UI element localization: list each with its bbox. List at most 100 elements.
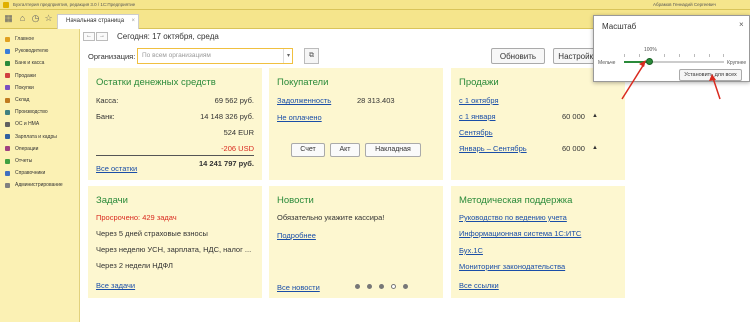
scale-tick: [664, 54, 665, 57]
cash-label: Касса:: [96, 96, 119, 105]
window-titlebar: Бухгалтерия предприятия, редакция 3.0 / …: [0, 0, 750, 10]
scale-percent: 100%: [644, 47, 657, 53]
section-icon: [5, 60, 10, 66]
sidebar-item[interactable]: Производство: [0, 106, 80, 118]
sidebar-item[interactable]: ОС и НМА: [0, 118, 80, 130]
close-icon[interactable]: ×: [739, 20, 744, 29]
support-link[interactable]: Мониторинг законодательства: [459, 262, 565, 271]
back-button[interactable]: ←: [83, 32, 95, 41]
task-item[interactable]: Через неделю УСН, зарплата, НДС, налог .…: [96, 245, 251, 254]
waybill-button[interactable]: Накладная: [365, 143, 421, 157]
scale-slider-thumb[interactable]: [645, 58, 653, 65]
section-icon: [5, 121, 10, 127]
all-news-link[interactable]: Все новости: [277, 283, 320, 292]
section-icon: [5, 48, 10, 54]
sidebar-item-label: Продажи: [15, 72, 36, 79]
all-tasks-link[interactable]: Все задачи: [96, 281, 135, 290]
bank-value-usd: -206 USD: [221, 144, 254, 153]
sidebar-item[interactable]: Зарплата и кадры: [0, 131, 80, 143]
star-icon[interactable]: ☆: [43, 13, 54, 24]
smaller-label: Мельче: [598, 60, 616, 66]
sidebar-item-label: Операции: [15, 145, 39, 152]
carousel-dot[interactable]: [403, 284, 408, 289]
scale-popup-title: Масштаб: [602, 22, 637, 31]
sidebar-item[interactable]: Банк и касса: [0, 57, 80, 69]
task-item[interactable]: Через 5 дней страховые взносы: [96, 229, 208, 238]
cash-value: 69 562 руб.: [214, 96, 254, 105]
carousel-dot[interactable]: [379, 284, 384, 289]
forward-button[interactable]: →: [96, 32, 108, 41]
refresh-button[interactable]: Обновить: [491, 48, 545, 64]
sidebar-item-label: Зарплата и кадры: [15, 133, 57, 140]
debt-link[interactable]: Задолженность: [277, 96, 331, 105]
support-link[interactable]: Бух.1С: [459, 246, 483, 255]
buyers-card-title: Покупатели: [277, 77, 329, 88]
current-user[interactable]: Абрамов Геннадий Сергеевич: [653, 2, 716, 7]
bank-value-rub: 14 148 326 руб.: [200, 112, 254, 121]
sidebar-item-label: Администрирование: [15, 182, 63, 189]
close-icon[interactable]: ×: [131, 15, 135, 28]
sidebar-item[interactable]: Справочники: [0, 167, 80, 179]
sidebar-item[interactable]: Руководителю: [0, 45, 80, 57]
all-links-link[interactable]: Все ссылки: [459, 281, 499, 290]
sidebar-item-label: Склад: [15, 97, 30, 103]
bank-value-eur: 524 EUR: [223, 128, 254, 137]
app-logo-icon: [3, 1, 9, 8]
org-select-input[interactable]: По всем организациям: [137, 48, 293, 64]
invoice-button[interactable]: Счет: [291, 143, 325, 157]
sidebar-item-label: Банк и касса: [15, 60, 45, 67]
carousel-dot[interactable]: [367, 284, 372, 289]
sidebar: Главное Руководителю Банк и касса Продажи По…: [0, 29, 80, 322]
sidebar-item-label: Справочники: [15, 170, 46, 177]
apps-icon[interactable]: ▦: [3, 13, 14, 24]
sales-september-link[interactable]: Сентябрь: [459, 128, 493, 137]
section-icon: [5, 73, 10, 79]
news-more-link[interactable]: Подробнее: [277, 231, 316, 240]
tab-home-page[interactable]: Начальная страница ×: [57, 14, 139, 29]
carousel-dot-active[interactable]: [391, 284, 396, 289]
sidebar-item[interactable]: Администрирование: [0, 179, 80, 191]
sales-jan-sep-link[interactable]: Январь – Сентябрь: [459, 144, 527, 153]
all-balances-link[interactable]: Все остатки: [96, 164, 137, 173]
tasks-card-title: Задачи: [96, 195, 128, 206]
unpaid-link[interactable]: Не оплачено: [277, 113, 322, 122]
act-button[interactable]: Акт: [330, 143, 360, 157]
sidebar-item-label: Покупки: [15, 84, 34, 91]
sales-since-oct-link[interactable]: с 1 октября: [459, 96, 499, 105]
scale-tick: [709, 54, 710, 57]
overdue-tasks[interactable]: Просрочено: 429 задач: [96, 213, 177, 222]
sidebar-item[interactable]: Отчеты: [0, 155, 80, 167]
history-icon[interactable]: ◷: [30, 13, 41, 24]
bank-label: Банк:: [96, 112, 115, 121]
sales-card-title: Продажи: [459, 77, 499, 88]
task-item[interactable]: Через 2 недели НДФЛ: [96, 261, 173, 270]
sidebar-item[interactable]: Главное: [0, 33, 80, 45]
scale-tick: [679, 54, 680, 57]
sidebar-item[interactable]: Склад: [0, 94, 80, 106]
section-icon: [5, 97, 10, 103]
home-icon[interactable]: ⌂: [17, 13, 28, 24]
sidebar-item[interactable]: Операции: [0, 143, 80, 155]
sales-since-jan-link[interactable]: с 1 января: [459, 112, 496, 121]
trend-up-icon: ▲: [592, 145, 598, 151]
section-icon: [5, 85, 10, 91]
carousel-dot[interactable]: [355, 284, 360, 289]
support-link[interactable]: Руководство по ведению учета: [459, 213, 567, 222]
set-for-all-button[interactable]: Установить для всех: [679, 69, 742, 81]
sales-since-jan-value: 60 000: [562, 112, 585, 121]
total-divider: [96, 155, 254, 156]
sales-jan-sep-value: 60 000: [562, 144, 585, 153]
tab-label: Начальная страница: [66, 18, 125, 24]
sidebar-item[interactable]: Покупки: [0, 82, 80, 94]
sidebar-item[interactable]: Продажи: [0, 70, 80, 82]
news-card-title: Новости: [277, 195, 314, 206]
page-title: Сегодня: 17 октября, среда: [117, 32, 219, 41]
support-link[interactable]: Информационная система 1С:ИТС: [459, 229, 581, 238]
section-icon: [5, 134, 10, 140]
sidebar-item-label: Главное: [15, 36, 35, 42]
trend-up-icon: ▲: [592, 113, 598, 119]
open-icon[interactable]: ⧉: [304, 48, 319, 64]
cash-card-title: Остатки денежных средств: [96, 77, 216, 88]
chevron-down-icon[interactable]: ▾: [283, 49, 293, 63]
support-card-title: Методическая поддержка: [459, 195, 573, 206]
